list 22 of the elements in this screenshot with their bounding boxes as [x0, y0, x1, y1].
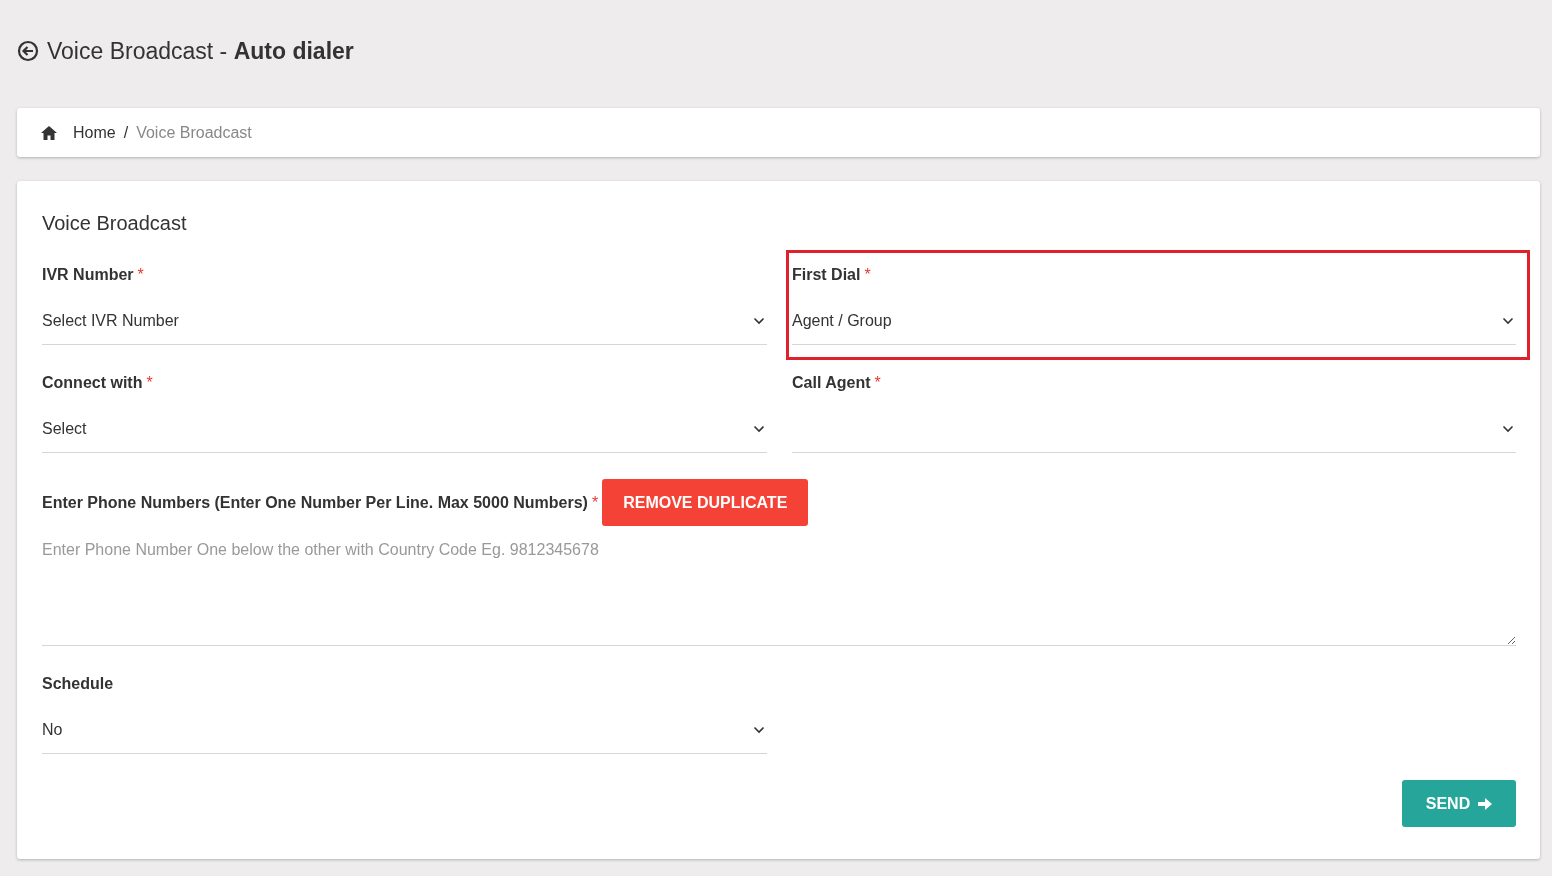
chevron-down-icon: [1502, 317, 1514, 325]
field-label: Call Agent *: [792, 373, 882, 393]
page-title: Voice Broadcast - Auto dialer: [47, 37, 354, 66]
field-label: Connect with *: [42, 373, 154, 393]
select-field[interactable]: Select: [42, 406, 767, 453]
chevron-down-icon: [753, 425, 765, 433]
breadcrumb-link[interactable]: Home: [73, 120, 116, 145]
chevron-down-icon: [1502, 425, 1514, 433]
field-label: Enter Phone Numbers (Enter One Number Per Line. Max 5000 Numbers) *: [42, 492, 599, 513]
select-field[interactable]: No: [42, 707, 767, 754]
remove-duplicate-button[interactable]: REMOVE DUPLICATE: [602, 479, 809, 526]
select-field[interactable]: Agent / Group: [792, 298, 1516, 345]
select-field[interactable]: Select IVR Number: [42, 298, 767, 345]
breadcrumb-separator: /: [123, 122, 129, 143]
chevron-down-icon: [753, 317, 765, 325]
arrow-right-icon: [1478, 797, 1493, 810]
field-label: Schedule: [42, 674, 115, 694]
field-label: IVR Number *: [42, 265, 145, 285]
chevron-down-icon: [753, 726, 765, 734]
home-icon: [41, 125, 57, 140]
form-title: Voice Broadcast: [42, 211, 188, 236]
field-label: First Dial *: [792, 265, 872, 285]
